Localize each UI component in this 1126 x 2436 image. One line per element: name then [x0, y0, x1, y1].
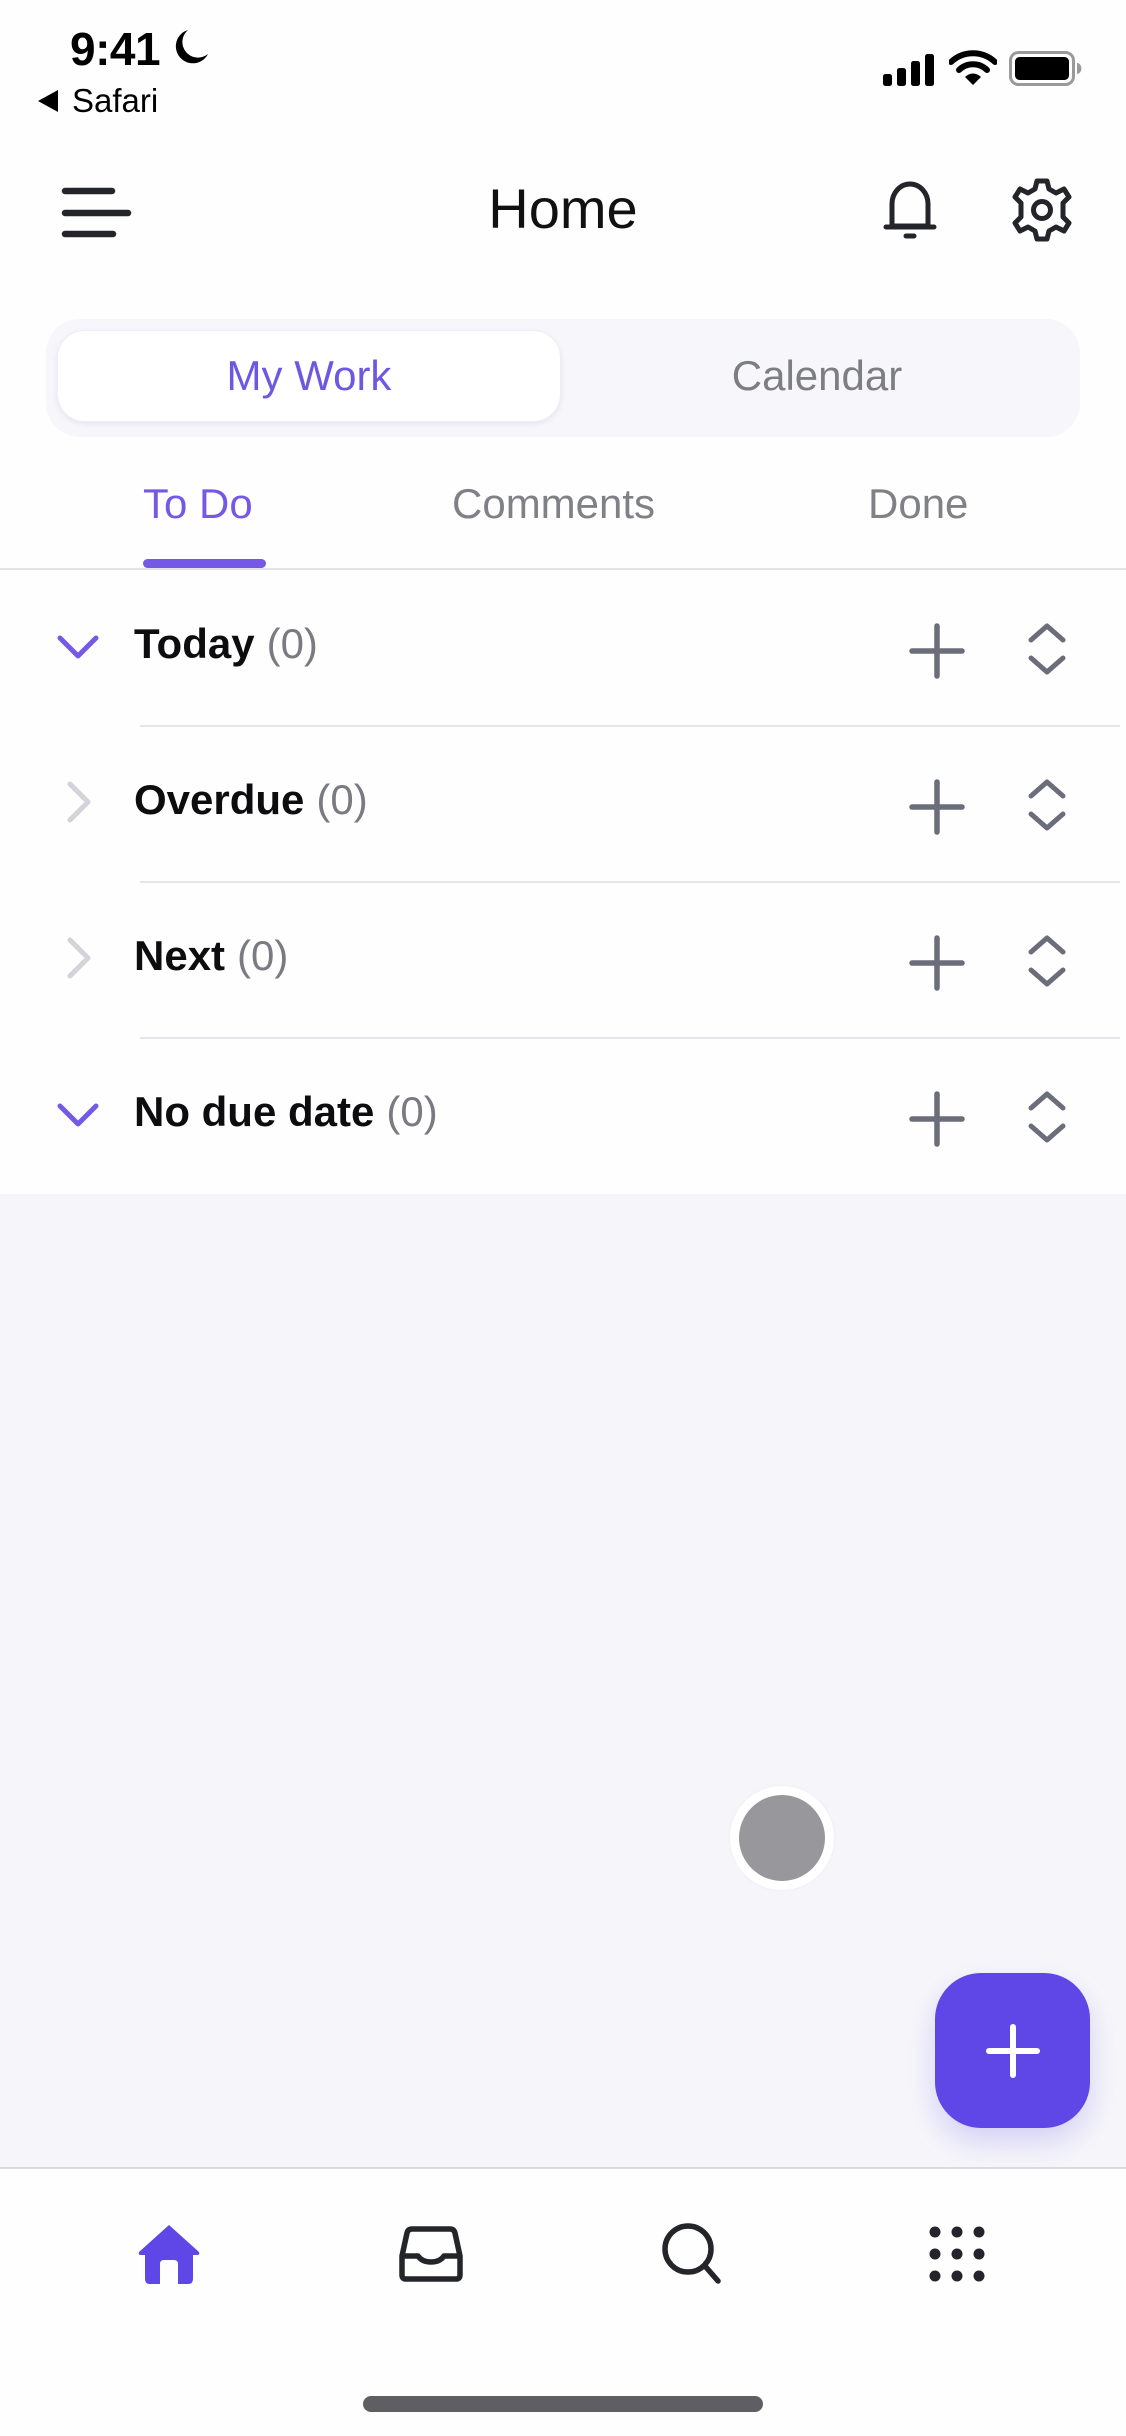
home-icon — [138, 2225, 200, 2285]
tab-bar-more[interactable] — [912, 2209, 1002, 2299]
tab-bar-home[interactable] — [124, 2209, 214, 2299]
page-title: Home — [488, 177, 638, 240]
chevron-right-icon[interactable] — [52, 776, 104, 828]
add-task-icon[interactable] — [908, 778, 966, 836]
section-title-text: No due date — [134, 1088, 375, 1135]
section-no-due-date[interactable]: No due date (0) — [0, 1038, 1126, 1194]
signal-icon — [883, 54, 934, 86]
section-title-text: Next — [134, 932, 226, 979]
section-next[interactable]: Next (0) — [0, 882, 1126, 1039]
segment-calendar[interactable]: Calendar — [565, 330, 1069, 422]
section-title: Next (0) — [134, 932, 288, 980]
section-title: Overdue (0) — [134, 776, 368, 824]
home-indicator[interactable] — [363, 2396, 763, 2412]
tab-bar-inbox[interactable] — [386, 2209, 476, 2299]
chevron-right-icon[interactable] — [52, 932, 104, 984]
expand-collapse-icon[interactable] — [1024, 934, 1070, 988]
tab-comments[interactable]: Comments — [452, 480, 655, 528]
battery-icon — [1009, 51, 1082, 86]
section-count: (0) — [237, 932, 289, 979]
section-title: Today (0) — [134, 620, 318, 668]
inbox-icon — [399, 2226, 463, 2282]
tab-to-do[interactable]: To Do — [143, 480, 253, 528]
expand-collapse-icon[interactable] — [1024, 778, 1070, 832]
add-task-icon[interactable] — [908, 622, 966, 680]
status-time: 9:41 — [70, 23, 161, 75]
expand-collapse-icon[interactable] — [1024, 1090, 1070, 1144]
bell-icon[interactable] — [880, 178, 940, 242]
create-task-button[interactable] — [935, 1973, 1090, 2128]
touch-indicator — [730, 1786, 834, 1890]
apps-grid-icon — [929, 2226, 985, 2282]
chevron-down-icon[interactable] — [52, 1088, 104, 1140]
expand-collapse-icon[interactable] — [1024, 622, 1070, 676]
section-title-text: Today — [134, 620, 255, 667]
section-count: (0) — [386, 1088, 438, 1135]
add-task-icon[interactable] — [908, 1090, 966, 1148]
moon-icon — [175, 30, 208, 64]
section-count: (0) — [316, 776, 368, 823]
back-to-safari[interactable]: Safari — [72, 82, 158, 120]
section-title: No due date (0) — [134, 1088, 438, 1136]
section-count: (0) — [266, 620, 318, 667]
section-today[interactable]: Today (0) — [0, 570, 1126, 727]
segment-my-work[interactable]: My Work — [57, 330, 561, 422]
section-overdue[interactable]: Overdue (0) — [0, 726, 1126, 883]
work-tabs: To Do Comments Done — [0, 470, 1126, 570]
view-switcher: My Work Calendar — [46, 319, 1080, 437]
add-task-icon[interactable] — [908, 934, 966, 992]
gear-icon[interactable] — [1008, 176, 1076, 244]
tab-bar-search[interactable] — [648, 2209, 738, 2299]
search-icon — [662, 2223, 721, 2284]
plus-icon — [985, 2023, 1040, 2078]
section-title-text: Overdue — [134, 776, 305, 823]
wifi-icon — [949, 50, 997, 85]
tab-done[interactable]: Done — [868, 480, 968, 528]
active-tab-indicator — [143, 559, 266, 568]
back-triangle-icon[interactable] — [36, 88, 60, 114]
chevron-down-icon[interactable] — [52, 620, 104, 672]
